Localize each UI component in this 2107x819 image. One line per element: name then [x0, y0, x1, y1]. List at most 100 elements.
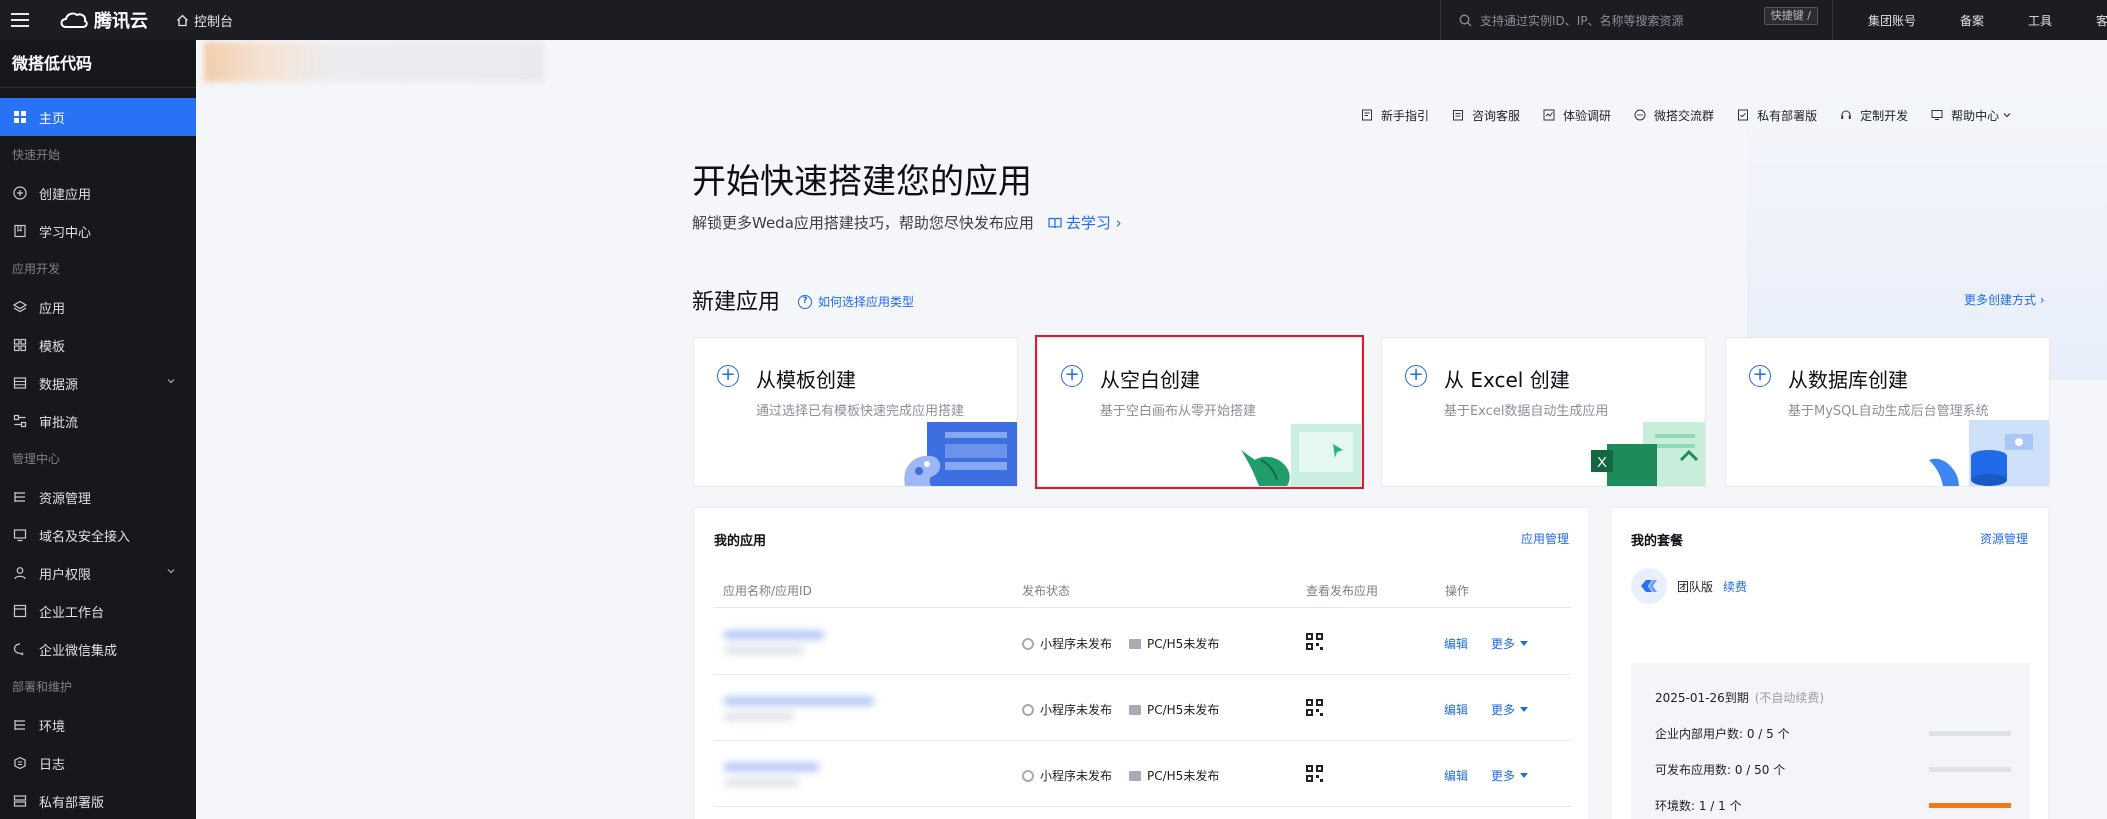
app-name-blurred[interactable]	[714, 685, 914, 729]
survey-icon	[1543, 109, 1555, 121]
new-app-title: 新建应用	[692, 290, 781, 315]
create-from-excel-card[interactable]: + 从 Excel 创建 基于Excel数据自动生成应用 X	[1381, 337, 1706, 487]
miniprogram-status: 小程序未发布	[1022, 767, 1112, 784]
renew-link[interactable]: 续费	[1723, 578, 1747, 595]
edit-link[interactable]: 编辑	[1444, 767, 1468, 784]
sidebar-item-logs[interactable]: 日志	[0, 744, 196, 782]
publishable-apps-bar	[1929, 767, 2011, 772]
sidebar-item-datasource[interactable]: 数据源	[0, 364, 196, 402]
qrcode-icon[interactable]	[1306, 699, 1323, 716]
card-description: 基于空白画布从零开始搭建	[1100, 404, 1257, 419]
help-link-label: 帮助中心	[1951, 108, 2000, 123]
top-links: 集团账号 备案 工具 客服支持	[1868, 0, 2107, 40]
card-title: 从 Excel 创建	[1444, 368, 1570, 392]
console-label: 控制台	[194, 14, 234, 30]
card-description: 基于Excel数据自动生成应用	[1444, 404, 1609, 419]
app-management-link[interactable]: 应用管理	[1521, 530, 1569, 547]
edit-link[interactable]: 编辑	[1444, 635, 1468, 652]
icp-filing-link[interactable]: 备案	[1960, 12, 1984, 29]
consult-support-link[interactable]: 咨询客服	[1452, 107, 1520, 124]
support-link[interactable]: 客服支持	[2096, 12, 2107, 29]
sidebar-item-create-app[interactable]: 创建应用	[0, 174, 196, 212]
sidebar-item-templates[interactable]: 模板	[0, 326, 196, 364]
more-dropdown[interactable]: 更多	[1491, 635, 1529, 652]
monitor-help-icon	[1931, 109, 1943, 121]
headset-icon	[1840, 109, 1852, 121]
pc-icon	[1129, 704, 1141, 715]
private-deploy-link[interactable]: 私有部署版	[1737, 107, 1817, 124]
sidebar-item-private-deploy[interactable]: 私有部署版	[0, 782, 196, 819]
resource-management-link[interactable]: 资源管理	[1980, 530, 2028, 547]
sidebar-item-resources[interactable]: 资源管理	[0, 478, 196, 516]
create-cards: + 从模板创建 通过选择已有模板快速完成应用搭建 + 从空白创建 基于空白画布从…	[693, 335, 2050, 489]
main-content: 新手指引 咨询客服 体验调研 微搭交流群 私有部署版 定制开发 帮助中心 开始快…	[196, 40, 2107, 819]
my-plan-panel: 我的套餐 资源管理 团队版 续费 2025-01-26到期 (不自动续费) 企业内…	[1610, 507, 2049, 819]
more-create-options-link[interactable]: 更多创建方式 ›	[1964, 291, 2045, 308]
sidebar-item-env[interactable]: 环境	[0, 706, 196, 744]
create-blank-card[interactable]: + 从空白创建 基于空白画布从零开始搭建	[1035, 335, 1364, 489]
database-icon	[12, 375, 28, 391]
go-learn-link[interactable]: 去学习 ›	[1048, 212, 1122, 233]
environments-stat: 环境数: 1 / 1 个	[1655, 799, 1742, 813]
status-text: 小程序未发布	[1040, 769, 1113, 783]
more-dropdown[interactable]: 更多	[1491, 767, 1529, 784]
section-admin: 管理中心	[12, 452, 61, 466]
sidebar-item-domain[interactable]: 域名及安全接入	[0, 516, 196, 554]
more-label: 更多	[1491, 703, 1516, 717]
more-dropdown[interactable]: 更多	[1491, 701, 1529, 718]
caret-down-icon	[1520, 640, 1529, 646]
plus-circle-icon	[12, 185, 28, 201]
menu-icon[interactable]	[0, 0, 40, 40]
sidebar-item-learning[interactable]: 学习中心	[0, 212, 196, 250]
plan-name: 团队版	[1677, 579, 1714, 594]
experience-survey-link[interactable]: 体验调研	[1543, 107, 1611, 124]
help-link-label: 体验调研	[1563, 108, 1612, 123]
sidebar-item-home[interactable]: 主页	[0, 98, 196, 136]
miniprogram-icon	[1022, 637, 1034, 650]
status-text: 小程序未发布	[1040, 703, 1113, 717]
tools-link[interactable]: 工具	[2028, 12, 2052, 29]
sidebar-item-wecom[interactable]: 企业微信集成	[0, 630, 196, 668]
sidebar-item-label: 日志	[39, 757, 66, 773]
plan-badge-icon	[1631, 568, 1667, 604]
console-link[interactable]: 控制台	[176, 11, 233, 30]
qrcode-icon[interactable]	[1306, 765, 1323, 782]
tencent-cloud-logo[interactable]: 腾讯云	[58, 0, 148, 40]
sidebar-item-permissions[interactable]: 用户权限	[0, 554, 196, 592]
server-icon	[12, 793, 28, 809]
qrcode-icon[interactable]	[1306, 633, 1323, 650]
edit-link[interactable]: 编辑	[1444, 701, 1468, 718]
section-deploy: 部署和维护	[12, 680, 73, 694]
pc-icon	[1129, 638, 1141, 649]
hero-subtitle-text: 解锁更多Weda应用搭建技巧，帮助您尽快发布应用	[692, 214, 1034, 232]
sidebar-item-label: 应用	[39, 301, 66, 317]
status-text: 小程序未发布	[1040, 637, 1113, 651]
search-placeholder: 支持通过实例ID、IP、名称等搜索资源	[1480, 13, 1684, 28]
app-name-blurred[interactable]	[714, 751, 914, 795]
miniprogram-icon	[1022, 769, 1034, 782]
sidebar-item-enterprise-desk[interactable]: 企业工作台	[0, 592, 196, 630]
sidebar-item-apps[interactable]: 应用	[0, 288, 196, 326]
sidebar-item-approval[interactable]: 审批流	[0, 402, 196, 440]
group-account-link[interactable]: 集团账号	[1868, 12, 1916, 29]
create-from-template-card[interactable]: + 从模板创建 通过选择已有模板快速完成应用搭建	[693, 337, 1018, 487]
sidebar-item-label: 审批流	[39, 415, 79, 431]
user-icon	[12, 565, 28, 581]
app-type-help-link[interactable]: ? 如何选择应用类型	[798, 293, 914, 310]
help-center-dropdown[interactable]: 帮助中心	[1931, 107, 2012, 124]
community-group-link[interactable]: 微搭交流群	[1634, 107, 1714, 124]
card-title: 从模板创建	[756, 368, 856, 392]
plan-details: 2025-01-26到期 (不自动续费) 企业内部用户数: 0 / 5 个 可发布…	[1631, 663, 2030, 819]
my-apps-panel: 我的应用 应用管理 应用名称/应用ID 发布状态 查看发布应用 操作 小程序未发…	[693, 507, 1590, 819]
sidebar-item-label: 创建应用	[39, 187, 92, 203]
table-row: 小程序未发布 PC/H5未发布 编辑 更多	[714, 609, 1571, 675]
global-search-input[interactable]: 支持通过实例ID、IP、名称等搜索资源 快捷键 /	[1440, 0, 1833, 40]
create-from-database-card[interactable]: + 从数据库创建 基于MySQL自动生成后台管理系统	[1725, 337, 2050, 487]
custom-dev-link[interactable]: 定制开发	[1840, 107, 1908, 124]
plus-circle-icon: +	[717, 365, 739, 387]
app-name-blurred[interactable]	[714, 619, 914, 663]
beginner-guide-link[interactable]: 新手指引	[1361, 107, 1429, 124]
environments-bar	[1929, 803, 2011, 808]
table-row: 小程序未发布 PC/H5未发布 编辑 更多	[714, 741, 1571, 807]
col-app-name: 应用名称/应用ID	[723, 584, 812, 598]
